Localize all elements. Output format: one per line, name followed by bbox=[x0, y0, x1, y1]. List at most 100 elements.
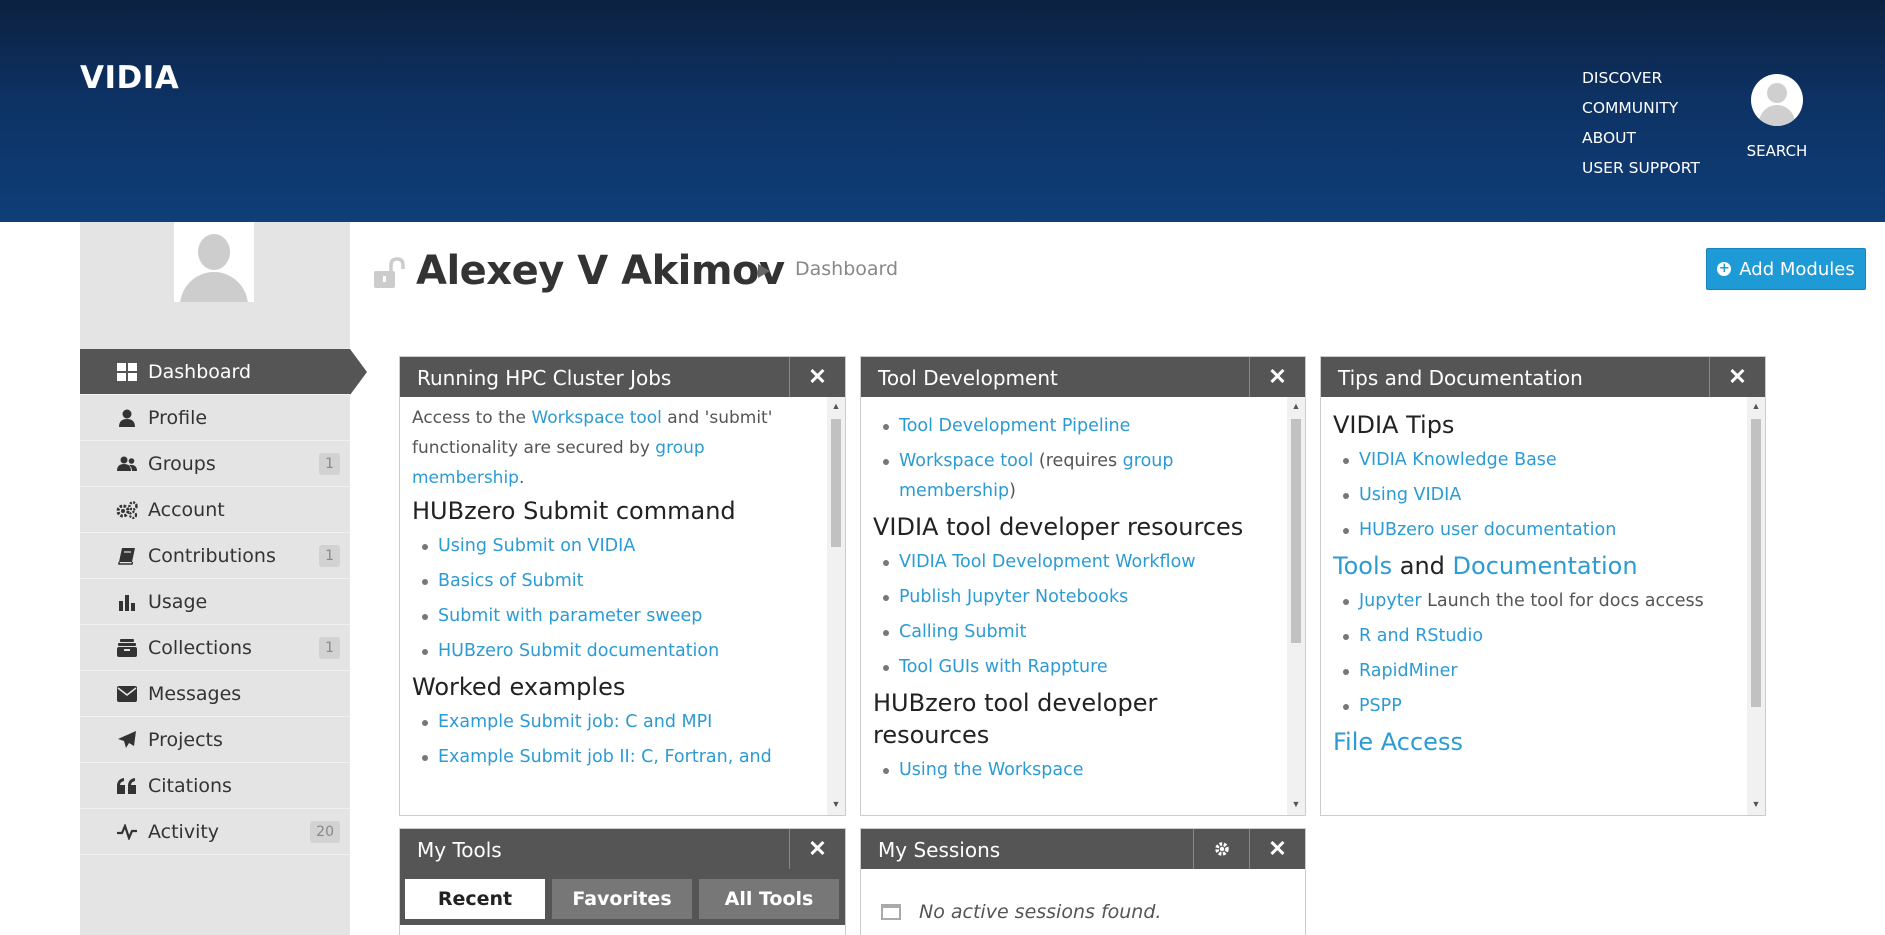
sidebar-item-account[interactable]: Account bbox=[80, 487, 350, 533]
sidebar-item-contributions[interactable]: Contributions 1 bbox=[80, 533, 350, 579]
list-item: VIDIA Knowledge Base bbox=[1343, 445, 1735, 475]
rappture-link[interactable]: Tool GUIs with Rappture bbox=[899, 657, 1108, 677]
activity-count-badge: 20 bbox=[310, 820, 340, 843]
tab-favorites[interactable]: Favorites bbox=[552, 879, 692, 919]
sidebar-item-usage[interactable]: Usage bbox=[80, 579, 350, 625]
scroll-up-icon[interactable]: ▲ bbox=[1287, 401, 1305, 415]
using-vidia-link[interactable]: Using VIDIA bbox=[1359, 485, 1461, 505]
scroll-thumb[interactable] bbox=[1291, 419, 1301, 643]
book-icon bbox=[116, 545, 138, 567]
scroll-down-icon[interactable]: ▼ bbox=[827, 799, 845, 813]
sidebar-item-groups[interactable]: Groups 1 bbox=[80, 441, 350, 487]
close-icon[interactable]: ✕ bbox=[1709, 357, 1765, 397]
hubzero-resources-heading: HUBzero tool developer resources bbox=[873, 689, 1158, 749]
panel-header[interactable]: Running HPC Cluster Jobs ✕ bbox=[400, 357, 845, 397]
rstudio-link[interactable]: R and RStudio bbox=[1359, 626, 1483, 646]
pspp-link[interactable]: PSPP bbox=[1359, 696, 1402, 716]
panel-scrollbar[interactable]: ▲ ▼ bbox=[1287, 397, 1305, 815]
basics-submit-link[interactable]: Basics of Submit bbox=[438, 571, 584, 591]
user-avatar-icon[interactable] bbox=[1751, 74, 1803, 126]
scroll-up-icon[interactable]: ▲ bbox=[827, 401, 845, 415]
close-icon[interactable]: ✕ bbox=[789, 829, 845, 869]
sidebar-item-activity[interactable]: Activity 20 bbox=[80, 809, 350, 855]
list-item: HUBzero user documentation bbox=[1343, 515, 1735, 545]
using-workspace-link[interactable]: Using the Workspace bbox=[899, 760, 1084, 780]
paper-plane-icon bbox=[116, 729, 138, 751]
intro-text: Access to the bbox=[412, 408, 532, 428]
sidebar-item-citations[interactable]: Citations bbox=[80, 763, 350, 809]
workspace-tool-link[interactable]: Workspace tool bbox=[531, 408, 662, 428]
sidebar-item-collections[interactable]: Collections 1 bbox=[80, 625, 350, 671]
sidebar-item-messages[interactable]: Messages bbox=[80, 671, 350, 717]
no-sessions-text: No active sessions found. bbox=[919, 901, 1162, 923]
knowledge-base-link[interactable]: VIDIA Knowledge Base bbox=[1359, 450, 1557, 470]
unlock-icon[interactable] bbox=[373, 256, 409, 290]
list-item: HUBzero Submit documentation bbox=[422, 636, 815, 666]
scroll-thumb[interactable] bbox=[1751, 419, 1761, 707]
submit-docs-link[interactable]: HUBzero Submit documentation bbox=[438, 641, 719, 661]
vidia-resources-heading: VIDIA tool developer resources bbox=[873, 513, 1244, 541]
add-modules-label: Add Modules bbox=[1739, 258, 1855, 280]
panel-scrollbar[interactable]: ▲ ▼ bbox=[1747, 397, 1765, 815]
hubzero-docs-link[interactable]: HUBzero user documentation bbox=[1359, 520, 1616, 540]
sidebar-item-projects[interactable]: Projects bbox=[80, 717, 350, 763]
tab-all-tools[interactable]: All Tools bbox=[699, 879, 839, 919]
calling-submit-link[interactable]: Calling Submit bbox=[899, 622, 1026, 642]
panel-header[interactable]: My Tools ✕ bbox=[400, 829, 845, 869]
site-logo[interactable]: VIDIA bbox=[80, 60, 179, 96]
tab-recent[interactable]: Recent bbox=[405, 879, 545, 919]
tools-docs-heading: Tools and Documentation bbox=[1333, 550, 1735, 582]
list-item: Using Submit on VIDIA bbox=[422, 531, 815, 561]
nav-about[interactable]: ABOUT bbox=[1582, 128, 1700, 158]
tools-link[interactable]: Tools bbox=[1333, 552, 1392, 580]
search-link[interactable]: SEARCH bbox=[1744, 142, 1810, 160]
list-item: Tool Development Pipeline bbox=[883, 411, 1275, 441]
sidebar-item-profile[interactable]: Profile bbox=[80, 395, 350, 441]
nav-community[interactable]: COMMUNITY bbox=[1582, 98, 1700, 128]
gear-icon[interactable] bbox=[1193, 829, 1249, 869]
tool-development-panel: Tool Development ✕ Tool Development Pipe… bbox=[860, 356, 1306, 816]
using-submit-link[interactable]: Using Submit on VIDIA bbox=[438, 536, 635, 556]
file-access-heading: File Access bbox=[1333, 726, 1735, 758]
panel-body: VIDIA Tips VIDIA Knowledge Base Using VI… bbox=[1321, 397, 1747, 815]
example-c-fortran-link[interactable]: Example Submit job II: C, Fortran, and bbox=[438, 747, 772, 767]
panel-header[interactable]: My Sessions ✕ bbox=[861, 829, 1305, 869]
pipeline-link[interactable]: Tool Development Pipeline bbox=[899, 416, 1130, 436]
nav-user-support[interactable]: USER SUPPORT bbox=[1582, 158, 1700, 188]
sidebar-item-dashboard[interactable]: Dashboard bbox=[80, 349, 367, 395]
list-item: Jupyter Launch the tool for docs access bbox=[1343, 586, 1735, 616]
panel-header[interactable]: Tool Development ✕ bbox=[861, 357, 1305, 397]
nav-discover[interactable]: DISCOVER bbox=[1582, 68, 1700, 98]
scroll-down-icon[interactable]: ▼ bbox=[1747, 799, 1765, 813]
user-menu[interactable]: SEARCH bbox=[1744, 74, 1810, 160]
jupyter-link[interactable]: Jupyter bbox=[1359, 591, 1422, 611]
dev-workflow-link[interactable]: VIDIA Tool Development Workflow bbox=[899, 552, 1196, 572]
close-icon[interactable]: ✕ bbox=[789, 357, 845, 397]
example-c-mpi-link[interactable]: Example Submit job: C and MPI bbox=[438, 712, 712, 732]
rapidminer-link[interactable]: RapidMiner bbox=[1359, 661, 1458, 681]
list-item: Publish Jupyter Notebooks bbox=[883, 582, 1275, 612]
and-text: and bbox=[1392, 552, 1453, 580]
close-icon[interactable]: ✕ bbox=[1249, 829, 1305, 869]
file-access-link[interactable]: File Access bbox=[1333, 728, 1463, 756]
publish-notebooks-link[interactable]: Publish Jupyter Notebooks bbox=[899, 587, 1128, 607]
hpc-jobs-panel: Running HPC Cluster Jobs ✕ Access to the… bbox=[399, 356, 846, 816]
close-icon[interactable]: ✕ bbox=[1249, 357, 1305, 397]
panel-header[interactable]: Tips and Documentation ✕ bbox=[1321, 357, 1765, 397]
workspace-tool-link[interactable]: Workspace tool bbox=[899, 451, 1033, 471]
user-icon bbox=[116, 407, 138, 429]
add-modules-button[interactable]: + Add Modules bbox=[1706, 248, 1866, 290]
parameter-sweep-link[interactable]: Submit with parameter sweep bbox=[438, 606, 702, 626]
scroll-up-icon[interactable]: ▲ bbox=[1747, 401, 1765, 415]
list-item: Submit with parameter sweep bbox=[422, 601, 815, 631]
documentation-link[interactable]: Documentation bbox=[1453, 552, 1638, 580]
scroll-down-icon[interactable]: ▼ bbox=[1287, 799, 1305, 813]
plus-circle-icon: + bbox=[1717, 261, 1732, 276]
list-item: Workspace tool (requires group membershi… bbox=[883, 446, 1275, 506]
groups-count-badge: 1 bbox=[319, 452, 340, 475]
tips-list: VIDIA Knowledge Base Using VIDIA HUBzero… bbox=[1333, 445, 1735, 545]
panel-scrollbar[interactable]: ▲ ▼ bbox=[827, 397, 845, 815]
sidebar-item-label: Profile bbox=[148, 406, 208, 429]
panel-title: Running HPC Cluster Jobs bbox=[417, 366, 672, 390]
scroll-thumb[interactable] bbox=[831, 419, 841, 547]
